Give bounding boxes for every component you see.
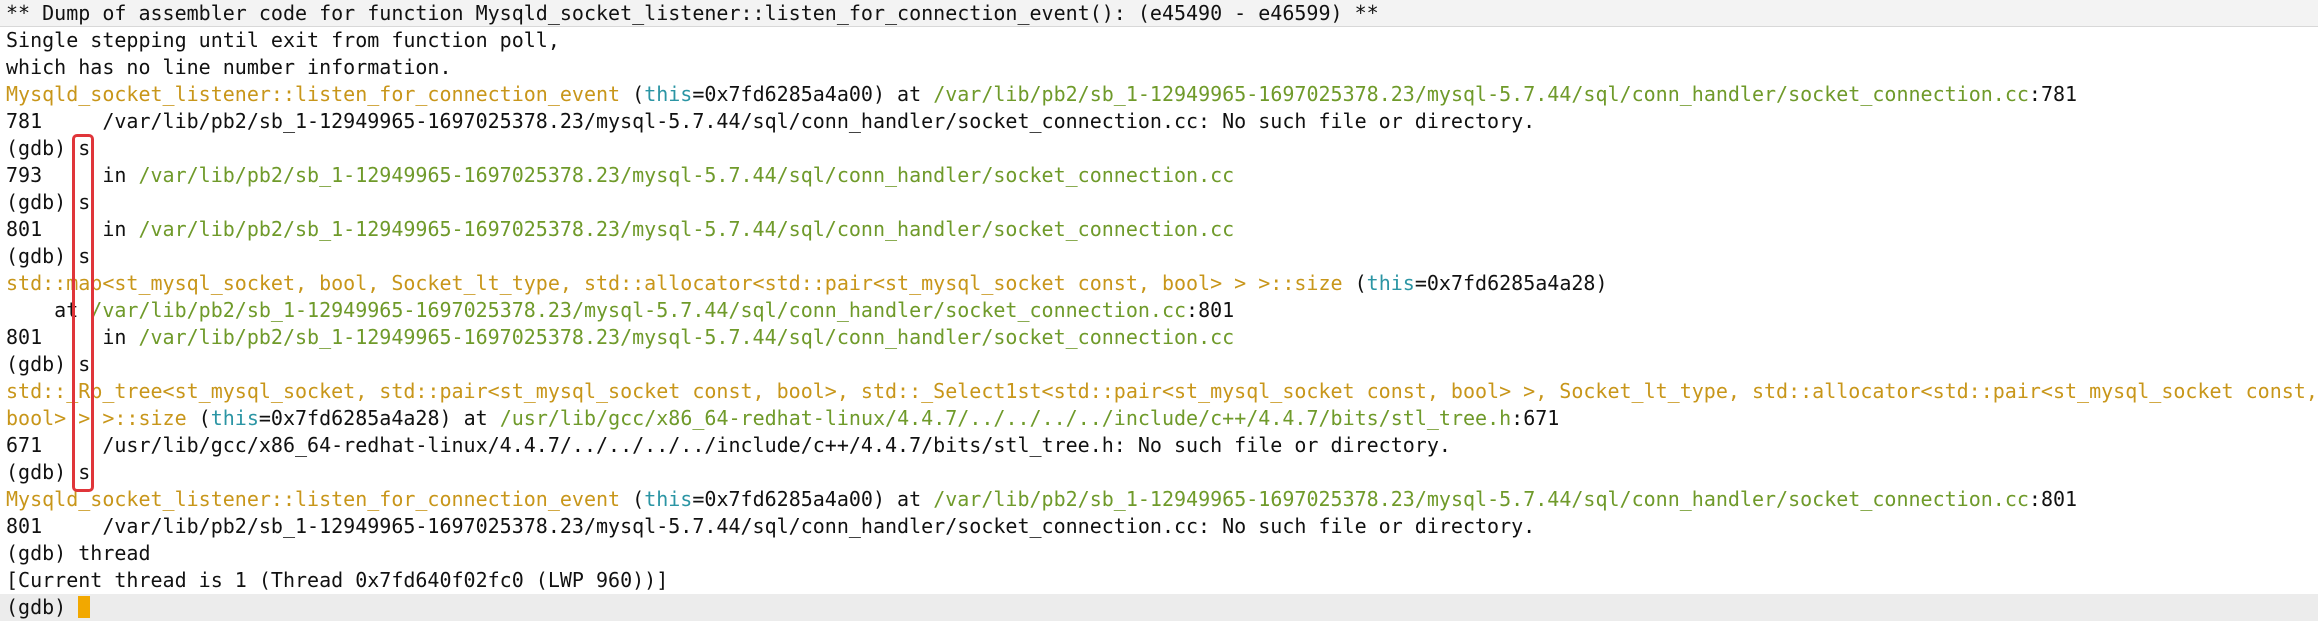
terminal-window[interactable]: ** Dump of assembler code for function M… bbox=[0, 0, 2318, 632]
terminal-text: (gdb) s bbox=[6, 244, 91, 268]
terminal-text: ( bbox=[1342, 271, 1367, 295]
keyword-this: this bbox=[644, 487, 693, 511]
terminal-text: which has no line number information. bbox=[6, 55, 452, 79]
terminal-line: (gdb) s bbox=[0, 243, 2318, 270]
terminal-line: (gdb) s bbox=[0, 459, 2318, 486]
function-name: std::_Rb_tree<st_mysql_socket, std::pair… bbox=[6, 379, 2318, 403]
text-cursor bbox=[78, 596, 91, 618]
terminal-text: 781 /var/lib/pb2/sb_1-12949965-169702537… bbox=[6, 109, 1536, 133]
terminal-line: (gdb) s bbox=[0, 351, 2318, 378]
terminal-line: Mysqld_socket_listener::listen_for_conne… bbox=[0, 486, 2318, 513]
terminal-text: ( bbox=[620, 487, 645, 511]
terminal-text: ( bbox=[620, 82, 645, 106]
function-name: Mysqld_socket_listener::listen_for_conne… bbox=[6, 82, 621, 106]
terminal-line: 671 /usr/lib/gcc/x86_64-redhat-linux/4.4… bbox=[0, 432, 2318, 459]
terminal-text: (gdb) s bbox=[6, 352, 91, 376]
function-name: std::map<st_mysql_socket, bool, Socket_l… bbox=[6, 271, 1343, 295]
terminal-line: which has no line number information. bbox=[0, 54, 2318, 81]
terminal-text: 801 in bbox=[6, 217, 139, 241]
terminal-text: 793 in bbox=[6, 163, 139, 187]
terminal-text: 801 /var/lib/pb2/sb_1-12949965-169702537… bbox=[6, 514, 1536, 538]
terminal-text: :801 bbox=[1186, 298, 1235, 322]
file-path: /var/lib/pb2/sb_1-12949965-1697025378.23… bbox=[138, 217, 1235, 241]
function-name: Mysqld_socket_listener::listen_for_conne… bbox=[6, 487, 621, 511]
file-path: /var/lib/pb2/sb_1-12949965-1697025378.23… bbox=[138, 163, 1235, 187]
terminal-line: bool> > >::size (this=0x7fd6285a4a28) at… bbox=[0, 405, 2318, 432]
terminal-line: std::_Rb_tree<st_mysql_socket, std::pair… bbox=[0, 378, 2318, 405]
terminal-text: =0x7fd6285a4a28) bbox=[1414, 271, 1608, 295]
terminal-text: =0x7fd6285a4a28) at bbox=[258, 406, 500, 430]
terminal-text: :671 bbox=[1511, 406, 1560, 430]
file-path: /var/lib/pb2/sb_1-12949965-1697025378.23… bbox=[90, 298, 1187, 322]
terminal-text: at bbox=[6, 298, 91, 322]
keyword-this: this bbox=[644, 82, 693, 106]
keyword-this: this bbox=[210, 406, 259, 430]
terminal-text: =0x7fd6285a4a00) at bbox=[692, 82, 934, 106]
terminal-line: std::map<st_mysql_socket, bool, Socket_l… bbox=[0, 270, 2318, 297]
terminal-header-line: ** Dump of assembler code for function M… bbox=[0, 0, 2318, 27]
terminal-text: 801 in bbox=[6, 325, 139, 349]
terminal-line: at /var/lib/pb2/sb_1-12949965-1697025378… bbox=[0, 297, 2318, 324]
file-path: /usr/lib/gcc/x86_64-redhat-linux/4.4.7/.… bbox=[499, 406, 1512, 430]
terminal-line: Single stepping until exit from function… bbox=[0, 27, 2318, 54]
terminal-text: ( bbox=[186, 406, 211, 430]
terminal-text: (gdb) s bbox=[6, 190, 91, 214]
terminal-line: Mysqld_socket_listener::listen_for_conne… bbox=[0, 81, 2318, 108]
terminal-line: [Current thread is 1 (Thread 0x7fd640f02… bbox=[0, 567, 2318, 594]
terminal-line: 801 in /var/lib/pb2/sb_1-12949965-169702… bbox=[0, 216, 2318, 243]
terminal-text: (gdb) s bbox=[6, 136, 91, 160]
terminal-line: (gdb) s bbox=[0, 189, 2318, 216]
gdb-prompt-line: (gdb) bbox=[0, 594, 2318, 621]
terminal-text: Single stepping until exit from function… bbox=[6, 28, 560, 52]
terminal-line: (gdb) thread bbox=[0, 540, 2318, 567]
terminal-line: 781 /var/lib/pb2/sb_1-12949965-169702537… bbox=[0, 108, 2318, 135]
terminal-text: (gdb) bbox=[6, 595, 79, 619]
file-path: /var/lib/pb2/sb_1-12949965-1697025378.23… bbox=[933, 487, 2029, 511]
keyword-this: this bbox=[1366, 271, 1415, 295]
terminal-text: (gdb) s bbox=[6, 460, 91, 484]
terminal-line: 793 in /var/lib/pb2/sb_1-12949965-169702… bbox=[0, 162, 2318, 189]
file-path: /var/lib/pb2/sb_1-12949965-1697025378.23… bbox=[933, 82, 2029, 106]
terminal-line: 801 /var/lib/pb2/sb_1-12949965-169702537… bbox=[0, 513, 2318, 540]
terminal-text: :781 bbox=[2028, 82, 2078, 106]
terminal-line: (gdb) s bbox=[0, 135, 2318, 162]
terminal-text: 671 /usr/lib/gcc/x86_64-redhat-linux/4.4… bbox=[6, 433, 1451, 457]
terminal-line: 801 in /var/lib/pb2/sb_1-12949965-169702… bbox=[0, 324, 2318, 351]
file-path: /var/lib/pb2/sb_1-12949965-1697025378.23… bbox=[138, 325, 1235, 349]
terminal-text: ** Dump of assembler code for function M… bbox=[6, 1, 1379, 25]
terminal-text: =0x7fd6285a4a00) at bbox=[692, 487, 934, 511]
terminal-text: [Current thread is 1 (Thread 0x7fd640f02… bbox=[6, 568, 669, 592]
function-name: bool> > >::size bbox=[6, 406, 187, 430]
terminal-text: :801 bbox=[2028, 487, 2078, 511]
terminal-text: (gdb) thread bbox=[6, 541, 151, 565]
